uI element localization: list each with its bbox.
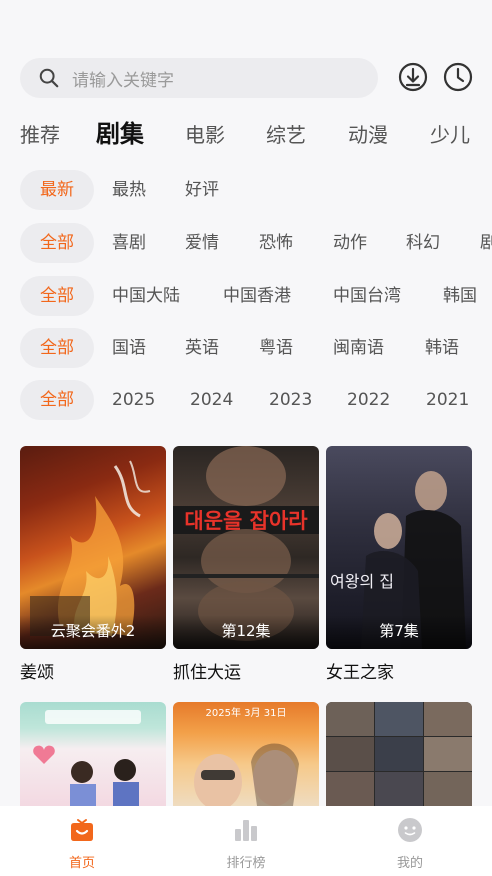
profile-icon xyxy=(398,818,422,842)
poster-image: 2025年 3月 31日 xyxy=(173,702,319,806)
filter-chip[interactable]: 中国台湾 xyxy=(333,276,401,316)
filter-chip[interactable]: 全部 xyxy=(20,380,94,420)
poster-image: 云聚会番外2 xyxy=(20,446,166,649)
tab-variety[interactable]: 综艺 xyxy=(266,117,306,153)
nav-profile[interactable]: 我的 xyxy=(360,806,460,876)
search-icon xyxy=(39,68,59,88)
tab-kids[interactable]: 少儿 xyxy=(430,117,470,153)
filter-chip[interactable]: 国语 xyxy=(112,328,146,368)
nav-label: 我的 xyxy=(396,856,423,871)
bottom-nav: 首页 排行榜 我的 xyxy=(0,806,492,876)
episode-badge: 云聚会番外2 xyxy=(20,615,166,649)
poster-image xyxy=(326,702,472,806)
filter-chip[interactable]: 科幻 xyxy=(406,223,440,263)
region-filter-row: 全部 中国大陆 中国香港 中国台湾 韩国 xyxy=(0,276,492,316)
category-tabs: 推荐 剧集 电影 综艺 动漫 少儿 xyxy=(0,117,492,153)
nav-label: 首页 xyxy=(68,856,95,871)
filter-chip[interactable]: 中国香港 xyxy=(223,276,291,316)
sort-filter-row: 最新 最热 好评 xyxy=(0,170,492,210)
couple-artwork xyxy=(194,743,299,806)
tab-recommend[interactable]: 推荐 xyxy=(20,117,60,153)
download-icon[interactable] xyxy=(397,61,429,93)
filter-chip[interactable]: 剧 xyxy=(480,223,492,263)
card-title: 抓住大运 xyxy=(173,663,241,683)
filter-chip[interactable]: 爱情 xyxy=(185,223,219,263)
tab-anime[interactable]: 动漫 xyxy=(348,117,388,153)
filter-chip[interactable]: 中国大陆 xyxy=(112,276,180,316)
filter-chip[interactable]: 动作 xyxy=(333,223,367,263)
filter-chip[interactable]: 英语 xyxy=(185,328,219,368)
filter-chip[interactable]: 全部 xyxy=(20,328,94,368)
nav-label: 排行榜 xyxy=(226,856,266,871)
filter-chip[interactable]: 全部 xyxy=(20,223,94,263)
filter-chip[interactable]: 好评 xyxy=(185,170,219,210)
search-input[interactable]: 请输入关键字 xyxy=(72,66,174,91)
nav-ranking[interactable]: 排行榜 xyxy=(196,806,296,876)
filter-chip[interactable]: 韩国 xyxy=(443,276,477,316)
filter-chip[interactable]: 粤语 xyxy=(259,328,293,368)
filter-chip[interactable]: 韩语 xyxy=(425,328,459,368)
tab-movies[interactable]: 电影 xyxy=(185,117,225,153)
poster-title-text: 여왕의 집 xyxy=(330,572,394,591)
card-title: 女王之家 xyxy=(326,663,394,683)
filter-chip[interactable]: 2024 xyxy=(190,380,233,420)
nav-home[interactable]: 首页 xyxy=(32,806,132,876)
year-filter-row: 全部 2025 2024 2023 2022 2021 xyxy=(0,380,492,420)
search-bar[interactable]: 请输入关键字 xyxy=(20,58,378,98)
poster-title-text: 대운을 잡아라 xyxy=(184,509,308,533)
poster-image: 여왕의 집 第7集 xyxy=(326,446,472,649)
history-clock-icon[interactable] xyxy=(442,61,474,93)
filter-chip[interactable]: 最热 xyxy=(112,170,146,210)
card-title: 姜颂 xyxy=(20,663,54,683)
filter-chip[interactable]: 喜剧 xyxy=(112,223,146,263)
genre-filter-row: 全部 喜剧 爱情 恐怖 动作 科幻 剧 xyxy=(0,223,492,263)
episode-badge: 第7集 xyxy=(326,615,472,649)
chart-icon xyxy=(235,820,257,841)
filter-chip[interactable]: 最新 xyxy=(20,170,94,210)
filter-chip[interactable]: 全部 xyxy=(20,276,94,316)
filter-chip[interactable]: 闽南语 xyxy=(333,328,384,368)
poster-image: 대운을 잡아라 第12集 xyxy=(173,446,319,649)
filter-chip[interactable]: 2021 xyxy=(426,380,469,420)
filter-chip[interactable]: 恐怖 xyxy=(259,223,293,263)
filter-chip[interactable]: 2022 xyxy=(347,380,390,420)
episode-badge: 第12集 xyxy=(173,615,319,649)
home-icon xyxy=(71,819,93,841)
poster-image xyxy=(20,702,166,806)
filter-chip[interactable]: 2025 xyxy=(112,380,155,420)
romcom-artwork xyxy=(33,710,141,806)
filter-chip[interactable]: 2023 xyxy=(269,380,312,420)
language-filter-row: 全部 国语 英语 粤语 闽南语 韩语 xyxy=(0,328,492,368)
cast-grid-artwork xyxy=(326,702,472,806)
tab-series[interactable]: 剧集 xyxy=(96,117,144,152)
